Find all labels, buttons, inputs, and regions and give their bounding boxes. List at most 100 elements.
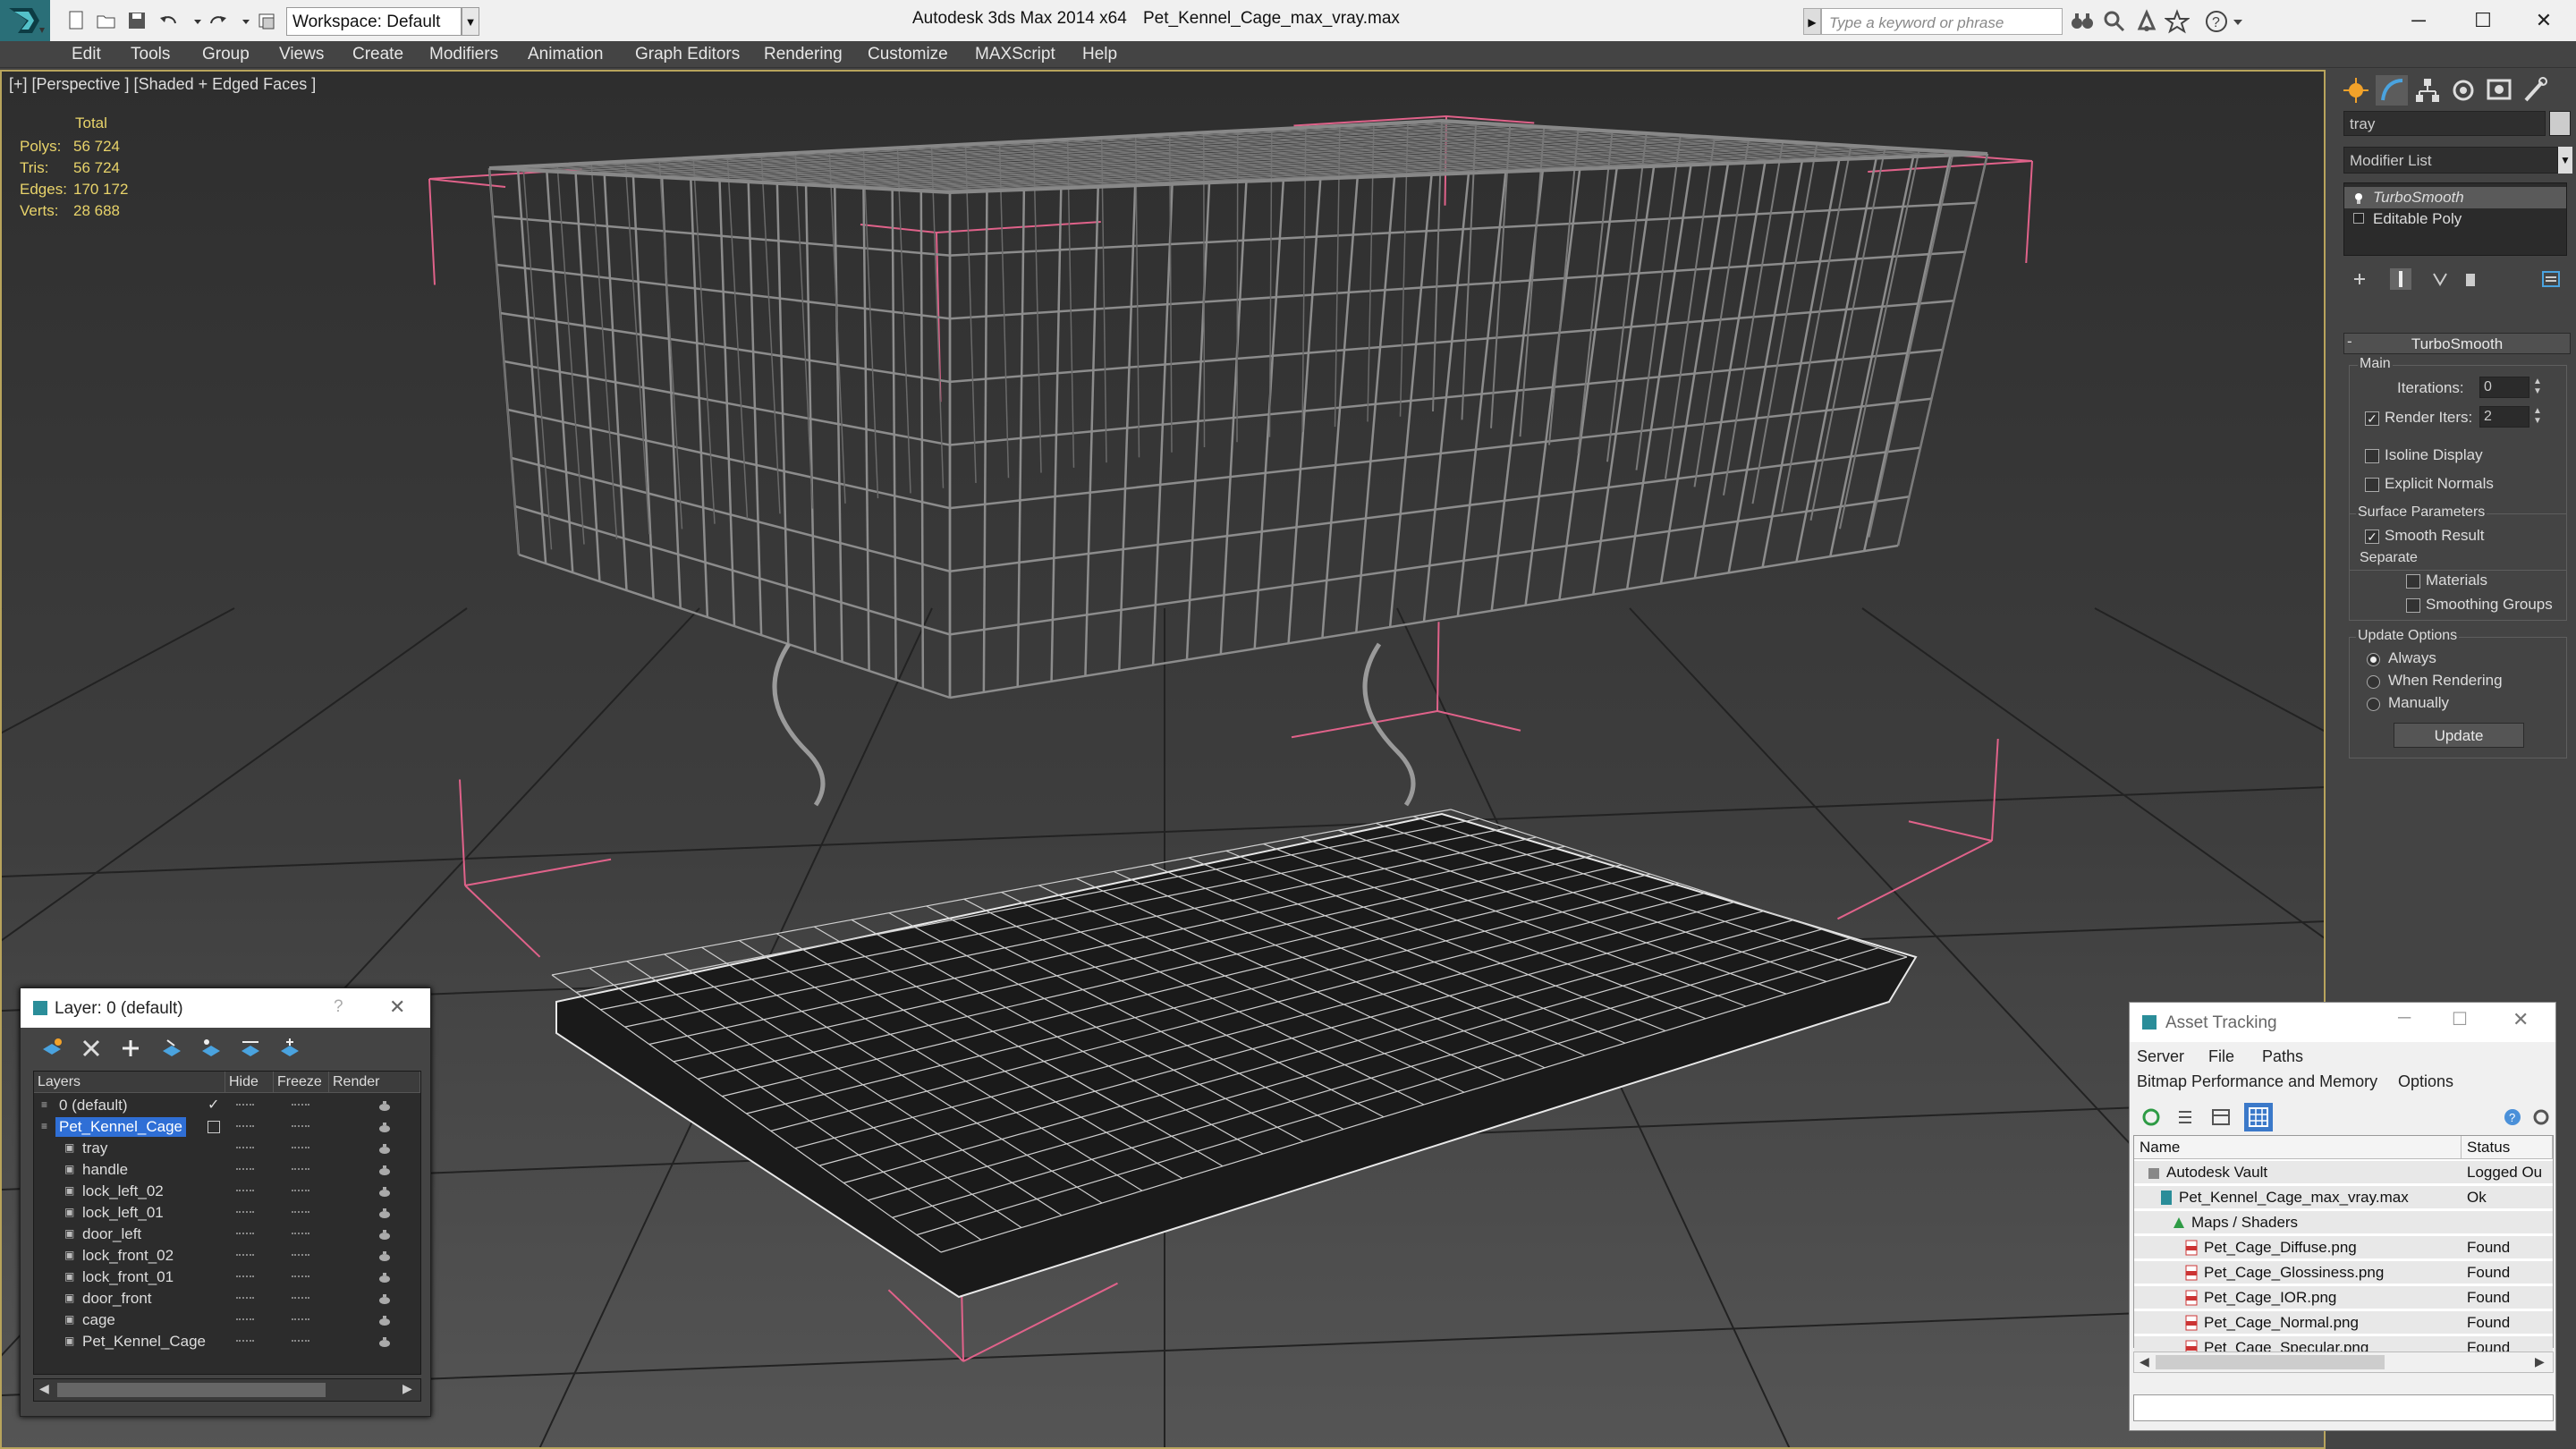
viewport-label[interactable]: [+] [Perspective ] [Shaded + Edged Faces… — [9, 75, 316, 94]
turbosmooth-rollout-header[interactable]: TurboSmooth — [2343, 333, 2571, 354]
asset-settings-icon[interactable] — [2530, 1106, 2552, 1128]
menu-customize[interactable]: Customize — [868, 45, 948, 64]
open-file-icon[interactable] — [95, 9, 118, 32]
layer-name[interactable]: cage — [79, 1310, 119, 1330]
freeze-toggle[interactable] — [292, 1211, 309, 1215]
layer-row[interactable]: ▣ Pet_Kennel_Cage — [34, 1331, 420, 1352]
render-teapot-icon[interactable] — [377, 1184, 392, 1197]
asset-row[interactable]: Autodesk Vault Logged Ou — [2134, 1161, 2553, 1184]
freeze-toggle[interactable] — [292, 1254, 309, 1258]
configure-modifier-sets-icon[interactable] — [2540, 268, 2562, 290]
update-manually-radio[interactable] — [2367, 698, 2380, 711]
render-teapot-icon[interactable] — [377, 1292, 392, 1304]
render-iters-spinner-arrows-icon[interactable]: ▲ ▼ — [2531, 406, 2544, 428]
freeze-toggle[interactable] — [292, 1233, 309, 1236]
show-end-result-icon[interactable] — [2390, 268, 2411, 290]
remove-modifier-icon[interactable] — [2460, 268, 2481, 290]
minimize-button[interactable]: ─ — [2390, 4, 2447, 38]
iterations-spinner-arrows-icon[interactable]: ▲ ▼ — [2531, 377, 2544, 398]
layer-help-button[interactable]: ? — [334, 997, 343, 1017]
subscription-icon[interactable] — [2102, 9, 2127, 34]
layer-name[interactable]: Pet_Kennel_Cage — [55, 1117, 187, 1137]
smoothing-groups-checkbox[interactable] — [2406, 598, 2420, 613]
hide-all-layers-icon[interactable] — [239, 1037, 262, 1060]
freeze-toggle[interactable] — [292, 1147, 309, 1150]
lightbulb-icon[interactable] — [2353, 191, 2364, 204]
hide-toggle[interactable] — [236, 1211, 254, 1215]
column-hide[interactable]: Hide — [225, 1072, 274, 1093]
column-render[interactable]: Render — [329, 1072, 420, 1093]
search-expand-icon[interactable]: ▶ — [1803, 8, 1821, 35]
pin-stack-icon[interactable] — [2349, 268, 2370, 290]
asset-path-field[interactable] — [2133, 1394, 2554, 1421]
asset-help-icon[interactable]: ? — [2502, 1106, 2523, 1128]
stack-item-turbosmooth[interactable]: TurboSmooth — [2344, 187, 2566, 208]
layer-close-button[interactable]: ✕ — [389, 996, 405, 1019]
make-unique-icon[interactable] — [2429, 268, 2451, 290]
materials-checkbox[interactable] — [2406, 574, 2420, 589]
render-iters-checkbox[interactable]: ✓ — [2365, 411, 2379, 426]
layer-row[interactable]: ▣ handle — [34, 1159, 420, 1181]
freeze-toggle[interactable] — [292, 1190, 309, 1193]
hide-toggle[interactable] — [236, 1318, 254, 1322]
menu-rendering[interactable]: Rendering — [764, 45, 843, 64]
asset-row[interactable]: Pet_Cage_IOR.png Found — [2134, 1286, 2553, 1309]
asset-horizontal-scrollbar[interactable]: ◀ ▶ — [2133, 1352, 2554, 1373]
layer-row[interactable]: ▣ cage — [34, 1309, 420, 1331]
asset-close-button[interactable]: ✕ — [2512, 1008, 2529, 1031]
hide-toggle[interactable] — [236, 1297, 254, 1301]
layer-name[interactable]: lock_front_02 — [79, 1246, 177, 1266]
iterations-spinner[interactable]: 0 — [2479, 377, 2529, 398]
hierarchy-tab-icon[interactable] — [2411, 75, 2444, 106]
create-tab-icon[interactable] — [2340, 75, 2372, 106]
column-freeze[interactable]: Freeze — [274, 1072, 329, 1093]
scroll-right-icon[interactable]: ▶ — [2535, 1354, 2545, 1369]
scroll-left-icon[interactable]: ◀ — [2140, 1354, 2149, 1369]
layer-name[interactable]: tray — [79, 1139, 111, 1158]
communication-center-icon[interactable] — [2134, 9, 2159, 34]
layer-horizontal-scrollbar[interactable]: ◀ ▶ — [33, 1378, 421, 1402]
update-when-rendering-radio[interactable] — [2367, 675, 2380, 689]
layer-row[interactable]: ≡ Pet_Kennel_Cage — [34, 1116, 420, 1138]
create-layer-icon[interactable] — [40, 1037, 64, 1060]
menu-create[interactable]: Create — [352, 45, 403, 64]
asset-menu-bitmap-performance[interactable]: Bitmap Performance and Memory — [2137, 1072, 2377, 1091]
render-teapot-icon[interactable] — [377, 1313, 392, 1326]
undo-icon[interactable] — [157, 9, 181, 32]
layer-name[interactable]: door_front — [79, 1289, 156, 1309]
hide-toggle[interactable] — [236, 1275, 254, 1279]
layer-row[interactable]: ▣ door_front — [34, 1288, 420, 1309]
app-logo-icon[interactable] — [0, 0, 50, 41]
binoculars-icon[interactable] — [2070, 9, 2095, 34]
render-teapot-icon[interactable] — [377, 1120, 392, 1132]
save-file-icon[interactable] — [125, 9, 148, 32]
smooth-result-checkbox[interactable]: ✓ — [2365, 530, 2379, 544]
hide-toggle[interactable] — [236, 1168, 254, 1172]
isoline-display-checkbox[interactable] — [2365, 449, 2379, 463]
layer-row[interactable]: ▣ lock_left_02 — [34, 1181, 420, 1202]
render-teapot-icon[interactable] — [377, 1335, 392, 1347]
hide-toggle[interactable] — [236, 1147, 254, 1150]
object-name-field[interactable]: tray — [2343, 111, 2546, 136]
asset-row[interactable]: Pet_Cage_Normal.png Found — [2134, 1311, 2553, 1335]
freeze-toggle[interactable] — [292, 1104, 309, 1107]
render-teapot-icon[interactable] — [377, 1270, 392, 1283]
layer-row[interactable]: ▣ door_left — [34, 1224, 420, 1245]
layer-name[interactable]: Pet_Kennel_Cage — [79, 1332, 209, 1352]
freeze-all-layers-icon[interactable] — [278, 1037, 301, 1060]
asset-row[interactable]: Pet_Kennel_Cage_max_vray.max Ok — [2134, 1186, 2553, 1209]
asset-menu-paths[interactable]: Paths — [2262, 1047, 2303, 1066]
asset-menu-options[interactable]: Options — [2398, 1072, 2453, 1091]
render-teapot-icon[interactable] — [377, 1206, 392, 1218]
update-always-radio[interactable] — [2367, 653, 2380, 666]
menu-edit[interactable]: Edit — [72, 45, 101, 64]
help-dropdown-icon[interactable] — [2231, 9, 2245, 34]
redo-icon[interactable] — [206, 9, 229, 32]
render-teapot-icon[interactable] — [377, 1141, 392, 1154]
redo-dropdown-icon[interactable] — [234, 9, 250, 32]
menu-tools[interactable]: Tools — [131, 45, 170, 64]
menu-group[interactable]: Group — [202, 45, 250, 64]
layer-row[interactable]: ▣ lock_left_01 — [34, 1202, 420, 1224]
update-button[interactable]: Update — [2394, 723, 2524, 748]
freeze-toggle[interactable] — [292, 1318, 309, 1322]
